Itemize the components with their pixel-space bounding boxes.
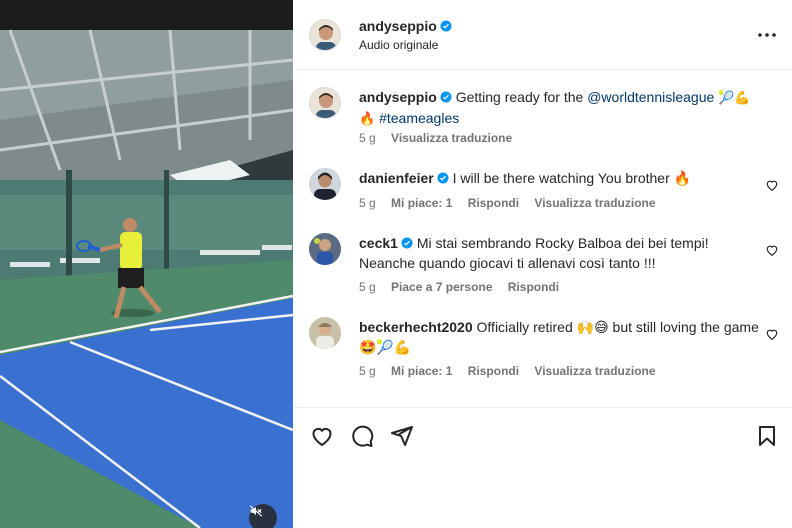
commenter-avatar-image bbox=[309, 168, 341, 200]
caption-meta: 5 g Visualizza traduzione bbox=[359, 131, 524, 145]
reply-button[interactable]: Rispondi bbox=[468, 364, 519, 378]
reply-button[interactable]: Rispondi bbox=[508, 280, 559, 294]
reply-button[interactable]: Rispondi bbox=[468, 196, 519, 210]
muted-speaker-icon bbox=[249, 505, 263, 517]
mention-link[interactable]: @worldtennisleague bbox=[587, 89, 714, 105]
comment-time: 5 g bbox=[359, 280, 376, 294]
commenter-avatar-image bbox=[309, 317, 341, 349]
comment-time: 5 g bbox=[359, 196, 376, 210]
video-frame bbox=[0, 0, 293, 528]
commenter-avatar-image bbox=[309, 233, 341, 265]
commenter-avatar[interactable] bbox=[309, 168, 341, 200]
commenter-username[interactable]: danienfeier bbox=[359, 170, 434, 186]
verified-badge-icon bbox=[440, 91, 452, 103]
caption-avatar-image bbox=[310, 88, 340, 118]
like-comment-heart-icon[interactable] bbox=[765, 243, 779, 257]
post-video[interactable] bbox=[0, 0, 293, 528]
instagram-post-view: andyseppio Audio originale andyseppio Ge… bbox=[0, 0, 792, 528]
comment-likes-count[interactable]: Mi piace: 1 bbox=[391, 364, 452, 378]
comment-meta: 5 g Mi piace: 1 Rispondi Visualizza trad… bbox=[359, 196, 668, 210]
commenter-username[interactable]: beckerhecht2020 bbox=[359, 319, 473, 335]
caption-translate-link[interactable]: Visualizza traduzione bbox=[391, 131, 512, 145]
comment-text: beckerhecht2020 Officially retired 🙌😅 bu… bbox=[359, 317, 759, 357]
caption-avatar[interactable] bbox=[309, 87, 341, 119]
comment-body: I will be there watching You brother 🔥 bbox=[452, 170, 692, 186]
verified-badge-icon bbox=[437, 172, 449, 184]
verified-badge-icon bbox=[440, 20, 452, 32]
verified-badge-icon bbox=[401, 237, 413, 249]
comment-time: 5 g bbox=[359, 364, 376, 378]
commenter-avatar[interactable] bbox=[309, 233, 341, 265]
caption-time: 5 g bbox=[359, 131, 376, 145]
comment-meta: 5 g Piace a 7 persone Rispondi bbox=[359, 280, 571, 294]
hashtag-link[interactable]: #teameagles bbox=[379, 110, 459, 126]
heart-icon[interactable] bbox=[310, 424, 334, 448]
commenter-avatar[interactable] bbox=[309, 317, 341, 349]
like-comment-heart-icon[interactable] bbox=[765, 178, 779, 192]
caption-emojis: 🎾💪 bbox=[718, 90, 751, 105]
caption-emoji-fire: 🔥 bbox=[359, 111, 376, 126]
bookmark-icon[interactable] bbox=[755, 424, 779, 448]
caption-body: Getting ready for the bbox=[455, 89, 584, 105]
comment-text: danienfeier I will be there watching You… bbox=[359, 168, 759, 188]
comment-icon[interactable] bbox=[350, 424, 374, 448]
author-username[interactable]: andyseppio bbox=[359, 18, 452, 34]
like-comment-heart-icon[interactable] bbox=[765, 327, 779, 341]
post-header: andyseppio Audio originale bbox=[293, 0, 792, 70]
comment-likes-count[interactable]: Piace a 7 persone bbox=[391, 280, 492, 294]
post-actions-bar bbox=[293, 407, 792, 467]
author-avatar-image bbox=[310, 20, 340, 50]
post-details-panel: andyseppio Audio originale andyseppio Ge… bbox=[293, 0, 792, 528]
mute-toggle-button[interactable] bbox=[249, 504, 277, 528]
comment-meta: 5 g Mi piace: 1 Rispondi Visualizza trad… bbox=[359, 364, 668, 378]
translate-link[interactable]: Visualizza traduzione bbox=[534, 196, 655, 210]
comment-text: ceck1 Mi stai sembrando Rocky Balboa dei… bbox=[359, 233, 759, 273]
comment-likes-count[interactable]: Mi piace: 1 bbox=[391, 196, 452, 210]
audio-label[interactable]: Audio originale bbox=[359, 38, 438, 52]
author-avatar[interactable] bbox=[309, 19, 341, 51]
caption-text: andyseppio Getting ready for the @worldt… bbox=[359, 87, 759, 129]
share-icon[interactable] bbox=[390, 424, 414, 448]
more-options-icon[interactable] bbox=[755, 24, 779, 46]
translate-link[interactable]: Visualizza traduzione bbox=[534, 364, 655, 378]
caption-username[interactable]: andyseppio bbox=[359, 89, 437, 105]
commenter-username[interactable]: ceck1 bbox=[359, 235, 398, 251]
